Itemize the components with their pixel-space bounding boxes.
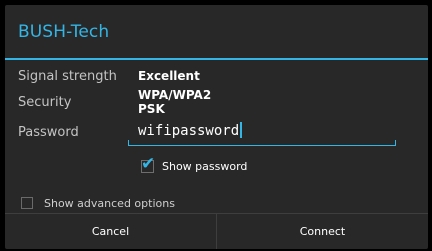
connect-button[interactable]: Connect <box>217 214 428 249</box>
dialog-title: BUSH-Tech <box>18 21 110 42</box>
security-row: Security WPA/WPA2 PSK <box>18 88 211 116</box>
signal-strength-value: Excellent <box>138 69 200 83</box>
password-input[interactable]: wifipassword <box>128 114 396 146</box>
advanced-options-label: Show advanced options <box>44 196 175 210</box>
dialog-button-bar: Cancel Connect <box>5 213 428 249</box>
cancel-button[interactable]: Cancel <box>5 214 216 249</box>
dialog-title-bar: BUSH-Tech <box>5 5 428 60</box>
password-row: Password <box>18 122 79 142</box>
text-cursor <box>240 122 243 138</box>
password-label: Password <box>18 124 79 140</box>
show-password-label: Show password <box>162 159 248 173</box>
checkmark-icon: ✔ <box>141 153 156 174</box>
advanced-options-option[interactable]: Show advanced options <box>21 193 175 213</box>
advanced-options-checkbox[interactable] <box>21 197 33 209</box>
wifi-connect-dialog: BUSH-Tech Signal strength Excellent Secu… <box>5 5 428 249</box>
password-text: wifipassword <box>138 122 243 139</box>
security-label: Security <box>18 94 72 110</box>
password-value: wifipassword <box>138 123 240 139</box>
show-password-checkbox[interactable]: ✔ <box>141 155 155 173</box>
security-value: WPA/WPA2 PSK <box>138 88 212 116</box>
show-password-option[interactable]: ✔ Show password <box>141 155 248 176</box>
signal-strength-row: Signal strength Excellent <box>18 66 200 86</box>
signal-strength-label: Signal strength <box>18 68 117 84</box>
